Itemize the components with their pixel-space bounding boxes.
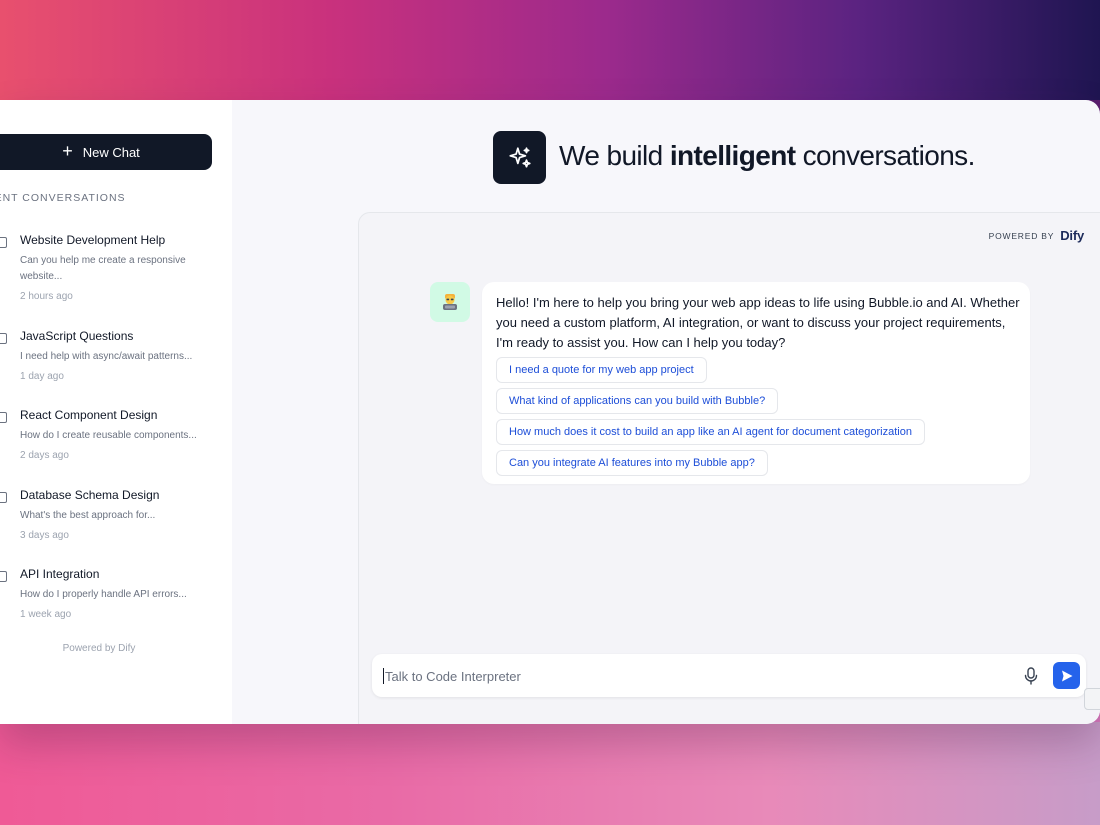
assistant-message-text: Hello! I'm here to help you bring your w… bbox=[496, 295, 1020, 350]
sidebar-powered-by: Powered by Dify bbox=[62, 643, 136, 654]
conversation-preview: I need help with async/await patterns... bbox=[20, 351, 193, 362]
chat-input[interactable] bbox=[383, 668, 1003, 684]
conversation-preview: Can you help me create a responsive webs… bbox=[20, 255, 186, 282]
conversation-checkbox[interactable] bbox=[0, 412, 7, 423]
conversation-preview: What's the best approach for... bbox=[20, 510, 156, 521]
conversation-time: 1 week ago bbox=[20, 609, 72, 620]
suggestion-button[interactable]: How much does it cost to build an app li… bbox=[496, 419, 925, 445]
title-suffix: conversations. bbox=[795, 140, 976, 171]
chat-input-box bbox=[372, 654, 1086, 697]
assistant-message: Hello! I'm here to help you bring your w… bbox=[482, 282, 1030, 484]
powered-by-badge[interactable]: POWERED BY Dify bbox=[988, 228, 1085, 243]
background-top-gradient bbox=[0, 0, 1100, 100]
microphone-icon[interactable] bbox=[1022, 666, 1040, 686]
page-title: We build intelligent conversations. bbox=[559, 140, 975, 172]
conversation-title: Database Schema Design bbox=[20, 488, 160, 502]
conversation-checkbox[interactable] bbox=[0, 333, 7, 344]
technologist-icon bbox=[443, 294, 457, 310]
title-prefix: We build bbox=[559, 140, 670, 171]
suggestion-button[interactable]: Can you integrate AI features into my Bu… bbox=[496, 450, 768, 476]
conversation-time: 2 days ago bbox=[20, 450, 69, 461]
title-bold: intelligent bbox=[669, 140, 796, 171]
assistant-avatar bbox=[430, 282, 470, 322]
send-icon bbox=[1061, 670, 1072, 681]
sidebar: + New Chat CENT CONVERSATIONS Website De… bbox=[0, 100, 232, 724]
conversation-title: API Integration bbox=[20, 567, 100, 581]
dify-logo: Dify bbox=[1060, 228, 1084, 243]
suggestion-button[interactable]: I need a quote for my web app project bbox=[496, 357, 707, 383]
background-bottom-gradient bbox=[0, 722, 1100, 825]
conversation-time: 3 days ago bbox=[20, 530, 69, 541]
recent-conversations-heading: CENT CONVERSATIONS bbox=[0, 192, 126, 204]
conversation-checkbox[interactable] bbox=[0, 571, 7, 582]
suggested-questions: I need a quote for my web app project Wh… bbox=[496, 357, 1016, 476]
edge-toggle-button[interactable] bbox=[1084, 688, 1100, 710]
conversation-title: JavaScript Questions bbox=[20, 329, 134, 343]
conversation-title: React Component Design bbox=[20, 408, 158, 422]
conversation-checkbox[interactable] bbox=[0, 237, 7, 248]
conversation-time: 1 day ago bbox=[20, 371, 64, 382]
conversation-time: 2 hours ago bbox=[20, 291, 73, 302]
plus-icon: + bbox=[62, 141, 73, 161]
new-chat-button[interactable]: + New Chat bbox=[0, 134, 212, 170]
conversation-preview: How do I properly handle API errors... bbox=[20, 589, 187, 600]
new-chat-label: New Chat bbox=[82, 144, 140, 160]
conversation-checkbox[interactable] bbox=[0, 492, 7, 503]
send-button[interactable] bbox=[1053, 662, 1080, 689]
sparkles-icon bbox=[493, 131, 546, 184]
app-window: + New Chat CENT CONVERSATIONS Website De… bbox=[0, 100, 1100, 724]
main-area: We build intelligent conversations. POWE… bbox=[232, 100, 1100, 724]
conversation-preview: How do I create reusable components... bbox=[20, 430, 197, 441]
powered-by-label: POWERED BY bbox=[988, 230, 1055, 241]
suggestion-button[interactable]: What kind of applications can you build … bbox=[496, 388, 779, 414]
conversation-title: Website Development Help bbox=[20, 233, 166, 247]
